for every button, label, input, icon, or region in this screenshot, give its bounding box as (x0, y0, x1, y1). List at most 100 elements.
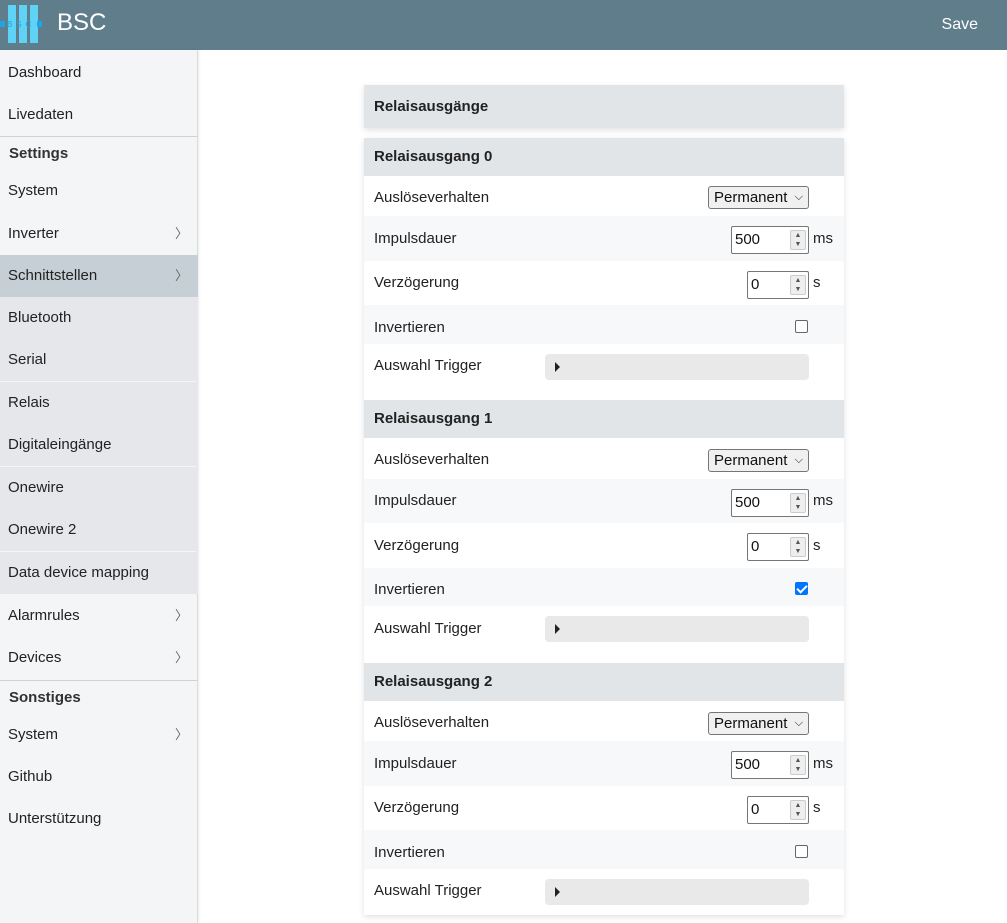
sidebar-item-system-other[interactable]: System 〉 (0, 714, 198, 756)
delay-input-value: 0 (751, 276, 760, 293)
mode-label: Auslöseverhalten (374, 451, 490, 468)
relay-trigger-row: Auswahl Trigger (364, 344, 844, 390)
pulse-label: Impulsdauer (374, 492, 457, 509)
relay-mode-row: Auslöseverhalten Permanent ⌵ (364, 701, 844, 741)
sidebar-item-label: Bluetooth (8, 309, 72, 326)
pulse-input[interactable]: 500 ▲ ▼ (731, 751, 809, 779)
spinner-icon[interactable]: ▲ ▼ (790, 755, 806, 775)
spinner-icon[interactable]: ▲ ▼ (790, 800, 806, 820)
sidebar-section-sonstiges: Sonstiges (0, 680, 198, 714)
sidebar-item-label: Data device mapping (8, 564, 149, 581)
caret-right-icon (555, 362, 560, 372)
delay-input-value: 0 (751, 538, 760, 555)
caret-right-icon (555, 624, 560, 634)
sidebar-item-relais[interactable]: Relais (0, 382, 198, 424)
mode-label: Auslöseverhalten (374, 714, 490, 731)
pulse-label: Impulsdauer (374, 230, 457, 247)
sidebar-item-label: Livedaten (8, 106, 74, 123)
sidebar: Dashboard Livedaten Settings System Inve… (0, 50, 198, 923)
trigger-expander[interactable] (545, 879, 809, 905)
relay-mode-row: Auslöseverhalten Permanent ⌵ (364, 438, 844, 479)
invert-checkbox[interactable] (795, 845, 808, 858)
relay-invert-row: Invertieren (364, 568, 844, 606)
chevron-down-icon: ⌵ (794, 191, 803, 203)
sidebar-item-label: Onewire 2 (8, 521, 77, 538)
relay-trigger-row: Auswahl Trigger (364, 869, 844, 915)
trigger-expander[interactable] (545, 616, 809, 642)
unit-s: s (813, 537, 821, 554)
sidebar-item-onewire[interactable]: Onewire (0, 467, 198, 509)
invert-checkbox[interactable] (795, 320, 808, 333)
spinner-icon[interactable]: ▲ ▼ (790, 230, 806, 250)
chevron-right-icon: 〉 (174, 650, 188, 665)
sidebar-item-system[interactable]: System (0, 170, 198, 212)
relay-pulse-row: Impulsdauer 500 ▲ ▼ ms (364, 741, 844, 786)
relay-invert-row: Invertieren (364, 830, 844, 869)
relay-section-header: Relaisausgang 2 (364, 663, 844, 701)
pulse-input[interactable]: 500 ▲ ▼ (731, 226, 809, 254)
top-bar: BSC BSC Save (0, 0, 1007, 50)
sidebar-item-devices[interactable]: Devices 〉 (0, 637, 198, 679)
relay-delay-row: Verzögerung 0 ▲ ▼ s (364, 523, 844, 568)
mode-select-value: Permanent (714, 452, 788, 469)
sidebar-section-settings: Settings (0, 136, 198, 170)
sidebar-item-onewire-2[interactable]: Onewire 2 (0, 509, 198, 551)
delay-label: Verzögerung (374, 799, 460, 816)
sidebar-item-label: Devices (8, 649, 62, 666)
mode-select-value: Permanent (714, 715, 788, 732)
spinner-icon[interactable]: ▲ ▼ (790, 493, 806, 513)
sidebar-item-dashboard[interactable]: Dashboard (0, 52, 198, 94)
relay-section-header: Relaisausgang 1 (364, 400, 844, 438)
unit-ms: ms (813, 755, 833, 772)
trigger-expander[interactable] (545, 354, 809, 380)
relay-pulse-row: Impulsdauer 500 ▲ ▼ ms (364, 216, 844, 261)
chevron-right-icon: 〉 (174, 727, 188, 742)
sidebar-item-github[interactable]: Github (0, 756, 198, 798)
mode-select[interactable]: Permanent ⌵ (708, 712, 809, 735)
mode-label: Auslöseverhalten (374, 189, 490, 206)
pulse-input-value: 500 (735, 494, 761, 511)
sidebar-item-label: Serial (8, 351, 47, 368)
caret-right-icon (555, 887, 560, 897)
delay-input[interactable]: 0 ▲ ▼ (747, 533, 809, 561)
sidebar-item-alarmrules[interactable]: Alarmrules 〉 (0, 595, 198, 637)
sidebar-item-inverter[interactable]: Inverter 〉 (0, 213, 198, 255)
pulse-input[interactable]: 500 ▲ ▼ (731, 489, 809, 517)
delay-input[interactable]: 0 ▲ ▼ (747, 271, 809, 299)
panel-title: Relaisausgänge (364, 85, 844, 128)
delay-input[interactable]: 0 ▲ ▼ (747, 796, 809, 824)
chevron-right-icon: 〉 (174, 226, 188, 241)
relay-pulse-row: Impulsdauer 500 ▲ ▼ ms (364, 479, 844, 523)
sidebar-item-digitaleingaenge[interactable]: Digitaleingänge (0, 424, 198, 466)
relay-mode-row: Auslöseverhalten Permanent ⌵ (364, 176, 844, 216)
sidebar-item-serial[interactable]: Serial (0, 339, 198, 381)
mode-select[interactable]: Permanent ⌵ (708, 186, 809, 209)
pulse-input-value: 500 (735, 231, 761, 248)
save-button[interactable]: Save (942, 16, 978, 34)
sidebar-item-data-device-mapping[interactable]: Data device mapping (0, 552, 198, 594)
unit-s: s (813, 799, 821, 816)
unit-ms: ms (813, 492, 833, 509)
relay-outputs-panel: Relaisausgänge (364, 85, 844, 128)
relay-delay-row: Verzögerung 0 ▲ ▼ s (364, 261, 844, 305)
sidebar-item-unterstuetzung[interactable]: Unterstützung (0, 798, 198, 840)
sidebar-item-label: Digitaleingänge (8, 436, 112, 453)
sidebar-item-schnittstellen[interactable]: Schnittstellen 〉 (0, 255, 198, 297)
invert-checkbox[interactable] (795, 582, 808, 595)
sidebar-item-livedaten[interactable]: Livedaten (0, 94, 198, 136)
sidebar-item-label: Dashboard (8, 64, 82, 81)
bsc-logo: BSC (0, 5, 42, 45)
sidebar-item-label: Relais (8, 394, 50, 411)
spinner-icon[interactable]: ▲ ▼ (790, 275, 806, 295)
pulse-input-value: 500 (735, 756, 761, 773)
sidebar-item-bluetooth[interactable]: Bluetooth (0, 297, 198, 339)
sidebar-item-label: Github (8, 768, 53, 785)
relay-trigger-row: Auswahl Trigger (364, 606, 844, 653)
spinner-icon[interactable]: ▲ ▼ (790, 537, 806, 557)
relay-delay-row: Verzögerung 0 ▲ ▼ s (364, 786, 844, 830)
relay-section-header: Relaisausgang 0 (364, 138, 844, 176)
mode-select[interactable]: Permanent ⌵ (708, 449, 809, 472)
invert-label: Invertieren (374, 844, 445, 861)
delay-label: Verzögerung (374, 274, 460, 291)
sidebar-item-label: Alarmrules (8, 607, 80, 624)
